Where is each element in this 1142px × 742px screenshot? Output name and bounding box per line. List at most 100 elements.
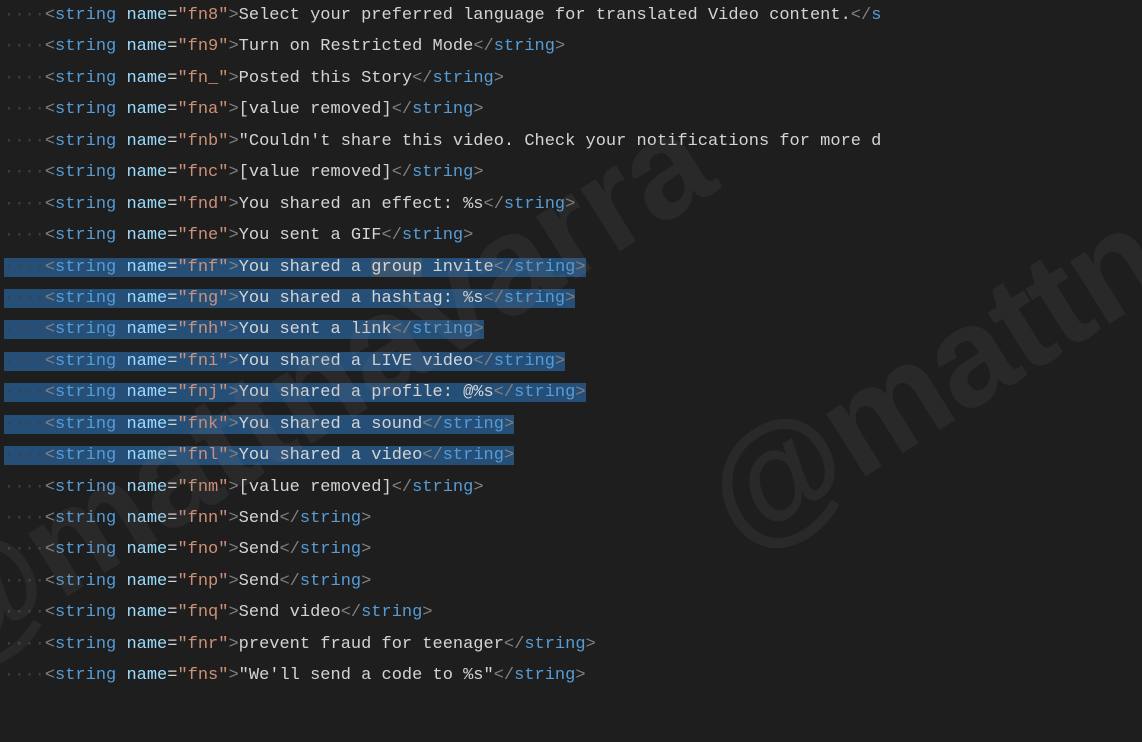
code-line[interactable]: ····<string name="fnf">You shared a grou… [0,252,1142,283]
code-line[interactable]: ····<string name="fn9">Turn on Restricte… [0,31,1142,62]
xml-attr-value: "fnp" [177,572,228,591]
xml-tag: string [55,666,116,685]
code-line[interactable]: ····<string name="fni">You shared a LIVE… [0,346,1142,377]
xml-close-tag: string [412,320,473,339]
xml-close-tag: string [514,666,575,685]
xml-tag: string [55,478,116,497]
xml-attr-value: "fnd" [177,195,228,214]
code-line[interactable]: ····<string name="fn8">Select your prefe… [0,0,1142,31]
code-line[interactable]: ····<string name="fnc">[value removed]</… [0,157,1142,188]
xml-tag: string [55,195,116,214]
highlighted-word: group [371,258,422,277]
xml-attr: name [126,540,167,559]
xml-attr: name [126,666,167,685]
xml-attr-value: "fno" [177,540,228,559]
xml-attr: name [126,415,167,434]
code-line[interactable]: ····<string name="fno">Send</string> [0,534,1142,565]
code-line[interactable]: ····<string name="fnr">prevent fraud for… [0,629,1142,660]
code-line[interactable]: ····<string name="fn_">Posted this Story… [0,63,1142,94]
code-line[interactable]: ····<string name="fnq">Send video</strin… [0,597,1142,628]
xml-tag: string [55,289,116,308]
indent-guide: ···· [4,100,45,119]
indent-guide: ···· [4,258,45,277]
indent-guide: ···· [4,163,45,182]
xml-attr-value: "fni" [177,352,228,371]
code-editor[interactable]: ····<string name="fn8">Select your prefe… [0,0,1142,692]
indent-guide: ···· [4,572,45,591]
xml-close-tag: string [361,603,422,622]
xml-attr-value: "fn8" [177,6,228,25]
xml-close-tag: string [514,258,575,277]
xml-tag: string [55,572,116,591]
xml-tag: string [55,69,116,88]
xml-attr: name [126,6,167,25]
xml-close-tag: string [514,383,575,402]
code-line[interactable]: ····<string name="fnn">Send</string> [0,503,1142,534]
code-line[interactable]: ····<string name="fnh">You sent a link</… [0,314,1142,345]
xml-tag: string [55,635,116,654]
xml-attr: name [126,132,167,151]
xml-close-tag: string [443,415,504,434]
xml-attr: name [126,509,167,528]
code-line[interactable]: ····<string name="fne">You sent a GIF</s… [0,220,1142,251]
xml-close-tag: string [504,195,565,214]
indent-guide: ···· [4,415,45,434]
xml-attr-value: "fne" [177,226,228,245]
xml-tag: string [55,258,116,277]
indent-guide: ···· [4,540,45,559]
indent-guide: ···· [4,603,45,622]
xml-attr-value: "fnc" [177,163,228,182]
xml-attr: name [126,226,167,245]
xml-attr: name [126,603,167,622]
xml-attr: name [126,383,167,402]
xml-close-tag: string [412,100,473,119]
code-line[interactable]: ····<string name="fnb">"Couldn't share t… [0,126,1142,157]
xml-close-tag: string [443,446,504,465]
code-line[interactable]: ····<string name="fna">[value removed]</… [0,94,1142,125]
indent-guide: ···· [4,478,45,497]
xml-attr: name [126,446,167,465]
xml-tag: string [55,603,116,622]
code-line[interactable]: ····<string name="fnl">You shared a vide… [0,440,1142,471]
code-line[interactable]: ····<string name="fnd">You shared an eff… [0,189,1142,220]
xml-attr-value: "fna" [177,100,228,119]
xml-close-tag: string [300,509,361,528]
xml-close-tag: string [494,352,555,371]
code-line[interactable]: ····<string name="fnp">Send</string> [0,566,1142,597]
xml-tag: string [55,37,116,56]
xml-tag: string [55,100,116,119]
xml-close-tag: string [300,572,361,591]
xml-attr-value: "fnr" [177,635,228,654]
indent-guide: ···· [4,6,45,25]
indent-guide: ···· [4,446,45,465]
xml-attr: name [126,320,167,339]
indent-guide: ···· [4,635,45,654]
xml-tag: string [55,383,116,402]
xml-tag: string [55,320,116,339]
indent-guide: ···· [4,226,45,245]
xml-close-tag: string [433,69,494,88]
xml-attr-value: "fnn" [177,509,228,528]
xml-attr-value: "fnb" [177,132,228,151]
xml-attr-value: "fn_" [177,69,228,88]
code-line[interactable]: ····<string name="fns">"We'll send a cod… [0,660,1142,691]
xml-attr-value: "fn9" [177,37,228,56]
xml-close-tag: string [412,163,473,182]
indent-guide: ···· [4,509,45,528]
xml-attr: name [126,37,167,56]
xml-close-tag: string [504,289,565,308]
code-line[interactable]: ····<string name="fng">You shared a hash… [0,283,1142,314]
xml-attr: name [126,289,167,308]
xml-attr: name [126,572,167,591]
code-line[interactable]: ····<string name="fnm">[value removed]</… [0,472,1142,503]
xml-tag: string [55,540,116,559]
xml-attr: name [126,195,167,214]
code-line[interactable]: ····<string name="fnk">You shared a soun… [0,409,1142,440]
indent-guide: ···· [4,320,45,339]
xml-close-tag: string [494,37,555,56]
indent-guide: ···· [4,352,45,371]
xml-attr-value: "fng" [177,289,228,308]
xml-tag: string [55,6,116,25]
code-line[interactable]: ····<string name="fnj">You shared a prof… [0,377,1142,408]
indent-guide: ···· [4,132,45,151]
